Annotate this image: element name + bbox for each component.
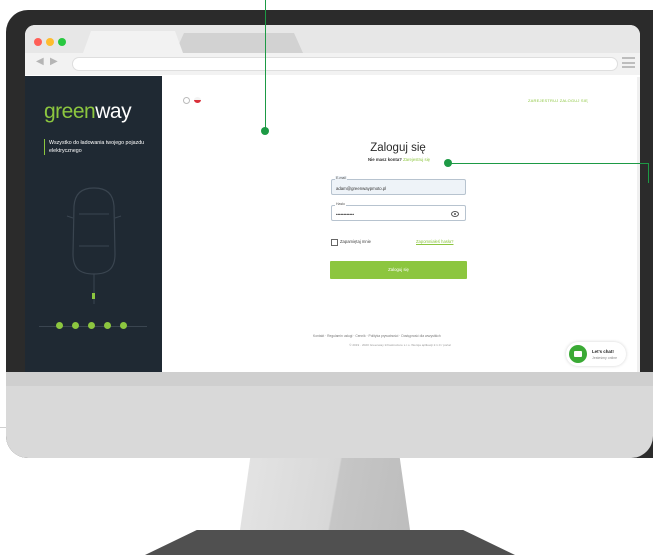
monitor-stand-neck bbox=[240, 458, 410, 530]
station-dot-icon bbox=[88, 322, 95, 329]
chat-subtitle: Jesteśmy online bbox=[592, 356, 618, 360]
email-label: E-mail bbox=[335, 176, 347, 180]
callout-dot bbox=[444, 159, 452, 167]
browser-tab-inactive[interactable] bbox=[175, 33, 303, 53]
monitor-stand-base bbox=[145, 530, 515, 555]
footer-links[interactable]: Kontakt · Regulamin usługi · Cennik · Po… bbox=[313, 334, 441, 338]
chat-title[interactable]: Let's chat! bbox=[592, 349, 614, 354]
car-outline-icon bbox=[66, 187, 122, 304]
password-field[interactable]: Hasło •••••••••••• bbox=[331, 202, 466, 221]
browser-window: ◀ ▶ greenway Wszystko do ładowania twoje… bbox=[25, 25, 640, 372]
login-button[interactable]: Zaloguj się bbox=[330, 261, 467, 279]
station-dot-icon bbox=[104, 322, 111, 329]
footer-copyright: © 2019 · 2020 Greenway Infrastructure s.… bbox=[349, 343, 451, 347]
station-dot-icon bbox=[120, 322, 127, 329]
chat-bubble-icon[interactable] bbox=[569, 345, 587, 363]
callout-line-horizontal bbox=[449, 163, 649, 165]
header-auth-links[interactable]: ZAREJESTRUJ ZALOGUJ SIĘ bbox=[528, 98, 588, 103]
eye-icon[interactable] bbox=[451, 211, 459, 217]
forward-arrow-icon[interactable]: ▶ bbox=[50, 56, 58, 67]
scrollbar[interactable] bbox=[637, 77, 640, 372]
no-account-label: Nie masz konta? bbox=[367, 157, 402, 162]
station-dot-icon bbox=[72, 322, 79, 329]
password-label: Hasło bbox=[335, 202, 346, 206]
minimize-dot-icon[interactable] bbox=[46, 38, 54, 46]
callout-line-vertical bbox=[265, 0, 267, 130]
register-link[interactable]: Zarejestruj się bbox=[403, 157, 430, 162]
sidebar-tagline: Wszystko do ładowania twojego pojazdu el… bbox=[44, 139, 159, 155]
address-bar[interactable] bbox=[72, 57, 618, 71]
globe-icon[interactable] bbox=[183, 97, 190, 104]
polish-flag-icon[interactable] bbox=[194, 97, 201, 103]
callout-line-drop bbox=[648, 163, 650, 183]
remember-me-label[interactable]: Zapamiętaj mnie bbox=[340, 239, 371, 244]
forgot-password-link[interactable]: Zapomniałeś hasła? bbox=[416, 239, 453, 244]
remember-me-checkbox[interactable] bbox=[331, 239, 338, 246]
maximize-dot-icon[interactable] bbox=[58, 38, 66, 46]
callout-dot bbox=[261, 127, 269, 135]
charging-plug-icon bbox=[92, 293, 95, 299]
back-arrow-icon[interactable]: ◀ bbox=[36, 56, 44, 67]
password-value[interactable]: •••••••••••• bbox=[336, 212, 354, 217]
monitor-chin-lip bbox=[6, 372, 653, 386]
email-value[interactable]: adam@greenwaypmoto.pl bbox=[336, 186, 386, 191]
email-field[interactable]: E-mail adam@greenwaypmoto.pl bbox=[331, 176, 466, 195]
close-dot-icon[interactable] bbox=[34, 38, 42, 46]
menu-icon[interactable] bbox=[622, 57, 635, 68]
browser-tab-active[interactable] bbox=[83, 31, 183, 53]
greenway-logo: greenway bbox=[44, 100, 132, 123]
page-title: Zaloguj się bbox=[370, 142, 426, 154]
station-dot-icon bbox=[56, 322, 63, 329]
login-button-label: Zaloguj się bbox=[388, 267, 409, 272]
